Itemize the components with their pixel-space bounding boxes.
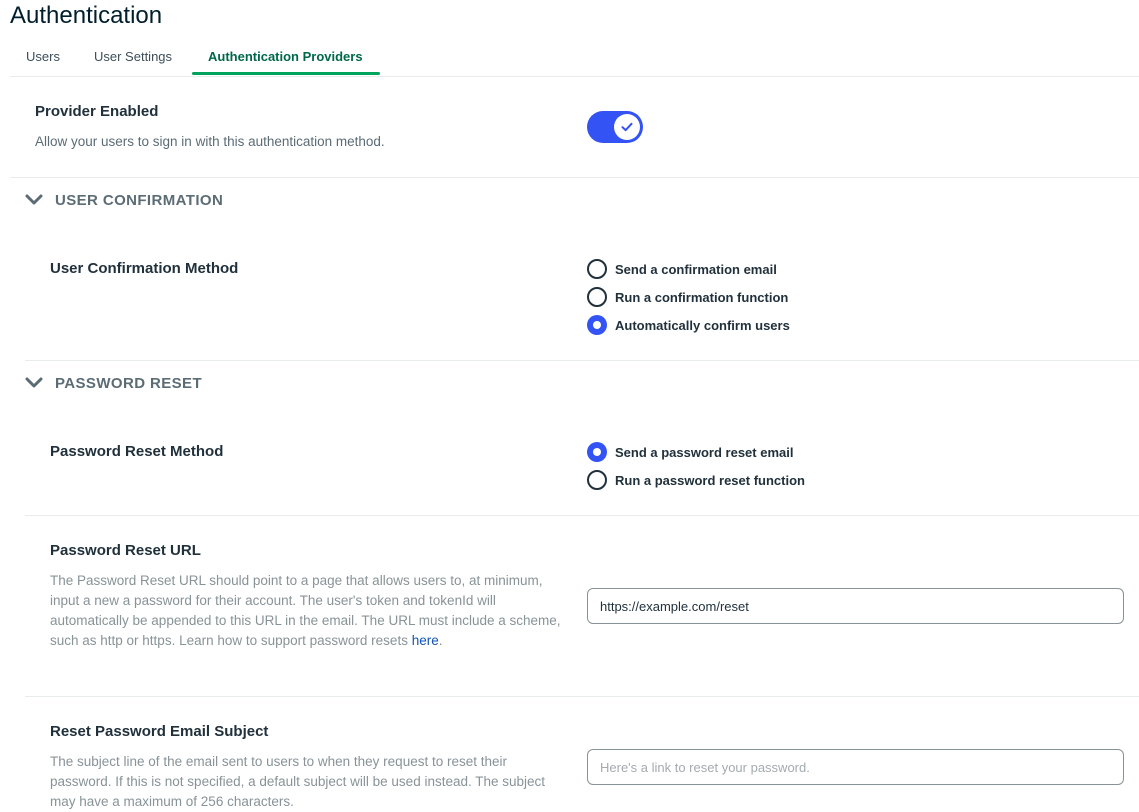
section-title: PASSWORD RESET [55, 375, 203, 392]
help-text-body: The Password Reset URL should point to a… [50, 573, 561, 648]
divider [25, 696, 1139, 697]
divider [25, 515, 1139, 516]
password-reset-url-label: Password Reset URL [50, 542, 201, 559]
divider [25, 360, 1139, 361]
radio-label: Send a confirmation email [615, 261, 777, 277]
active-tab-indicator [192, 72, 380, 75]
tab-users[interactable]: Users [26, 40, 60, 74]
section-title: USER CONFIRMATION [55, 192, 224, 209]
radio-label: Run a password reset function [615, 472, 805, 488]
password-reset-url-input[interactable] [587, 588, 1124, 624]
user-confirmation-method-label: User Confirmation Method [50, 260, 239, 277]
check-icon [621, 122, 633, 132]
radio-button[interactable] [587, 259, 607, 279]
radio-automatically-confirm-users[interactable]: Automatically confirm users [587, 315, 790, 335]
provider-enabled-toggle[interactable] [587, 111, 643, 143]
radio-send-password-reset-email[interactable]: Send a password reset email [587, 442, 793, 462]
reset-password-email-subject-help: The subject line of the email sent to us… [50, 754, 546, 809]
radio-run-confirmation-function[interactable]: Run a confirmation function [587, 287, 788, 307]
password-reset-url-help: The Password Reset URL should point to a… [50, 573, 561, 648]
user-confirmation-section-header[interactable]: USER CONFIRMATION [25, 192, 223, 210]
reset-password-email-subject-input[interactable] [587, 749, 1124, 785]
tab-authentication-providers[interactable]: Authentication Providers [208, 40, 363, 74]
radio-button-selected[interactable] [587, 442, 607, 462]
radio-send-confirmation-email[interactable]: Send a confirmation email [587, 259, 777, 279]
divider [10, 177, 1139, 178]
radio-button-selected[interactable] [587, 315, 607, 335]
radio-label: Send a password reset email [615, 444, 794, 460]
provider-enabled-description: Allow your users to sign in with this au… [35, 134, 385, 149]
radio-button[interactable] [587, 287, 607, 307]
tab-user-settings[interactable]: User Settings [94, 40, 172, 74]
radio-label: Run a confirmation function [615, 289, 789, 305]
radio-button[interactable] [587, 470, 607, 490]
radio-run-password-reset-function[interactable]: Run a password reset function [587, 470, 805, 490]
chevron-down-icon [25, 376, 45, 393]
radio-label: Automatically confirm users [615, 317, 790, 333]
chevron-down-icon [25, 193, 45, 210]
tab-bar: Users User Settings Authentication Provi… [10, 40, 1139, 77]
reset-password-email-subject-label: Reset Password Email Subject [50, 723, 269, 740]
page-title: Authentication [10, 2, 163, 29]
provider-enabled-title: Provider Enabled [35, 103, 159, 120]
learn-more-link[interactable]: here [412, 633, 439, 648]
password-reset-method-label: Password Reset Method [50, 443, 224, 460]
password-reset-section-header[interactable]: PASSWORD RESET [25, 375, 202, 393]
toggle-knob [614, 114, 640, 140]
